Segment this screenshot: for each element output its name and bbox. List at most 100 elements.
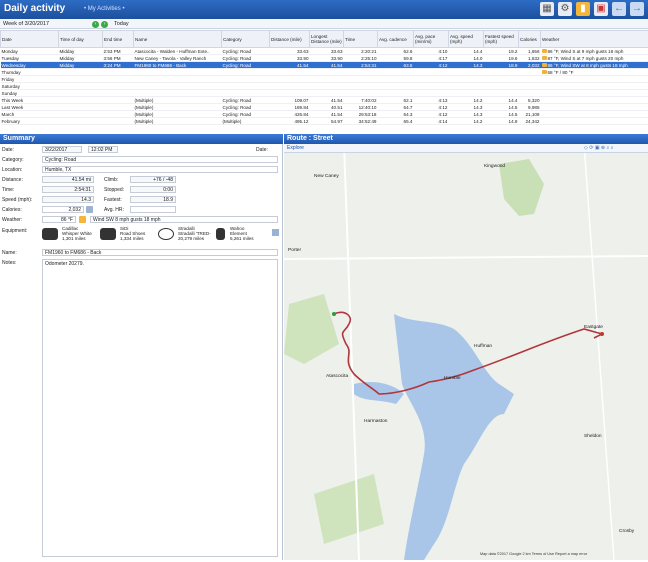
column-header[interactable]: Longest Distance (mile) (310, 31, 344, 48)
temperature-field[interactable]: 86 °F (42, 216, 76, 223)
equipment-list-icon[interactable] (272, 229, 279, 236)
table-cell: 2:53 PM (103, 48, 134, 55)
week-bar: Week of 3/20/2017 ‹ › Today (0, 19, 648, 29)
table-row[interactable]: Saturday (1, 83, 648, 90)
table-cell (222, 76, 270, 83)
table-cell: 34:52:49 (344, 118, 378, 125)
time-label: Time: (2, 187, 14, 193)
weather-field[interactable]: Wind SW 8 mph gusts 18 mph (90, 216, 278, 223)
column-header[interactable]: Distance (mile) (270, 31, 310, 48)
weather-icon (542, 49, 547, 53)
weather-sun-icon[interactable] (79, 216, 86, 223)
table-row[interactable]: Sunday (1, 90, 648, 97)
table-cell: 86 °F, Wind SW at 8 mph gusts 18 mph (541, 62, 648, 69)
column-header[interactable]: Category (222, 31, 270, 48)
column-header[interactable]: Calories (519, 31, 541, 48)
table-cell: 62.1 (378, 97, 414, 104)
table-cell: 24,342 (519, 118, 541, 125)
table-cell (378, 83, 414, 90)
column-header[interactable]: Weather (541, 31, 648, 48)
table-cell: 189.84 (270, 104, 310, 111)
table-cell (449, 90, 484, 97)
today-button[interactable]: Today (114, 21, 129, 27)
table-cell: 33.90 (270, 55, 310, 62)
map-tools-icons[interactable]: ◇ ⟳ ▣ ⊕ ⌕ ⌕ (584, 145, 614, 151)
avg-hr-field[interactable] (130, 206, 176, 213)
table-row[interactable]: February(Multiple)(Multiple)495.1254.973… (1, 118, 648, 125)
table-cell (414, 90, 449, 97)
table-cell: 109.07 (270, 97, 310, 104)
map-canvas[interactable] (284, 144, 648, 560)
explore-button[interactable]: Explore (287, 145, 304, 151)
distance-field[interactable]: 41.54 mi (42, 176, 94, 183)
weather-icon (542, 70, 547, 74)
name-field[interactable]: FM1960 to FM686 - Back (42, 249, 278, 256)
column-header[interactable]: Avg. pace (min/mi) (414, 31, 449, 48)
column-header[interactable]: Date (1, 31, 59, 48)
route-map[interactable]: New Caney Porter Atascocita Humble Huffm… (284, 144, 648, 560)
table-cell: February (1, 118, 59, 125)
table-cell (484, 76, 519, 83)
gear-icon[interactable]: ⚙ (558, 2, 572, 16)
time-value-field[interactable]: 2:54:31 (42, 186, 94, 193)
table-cell: 64.3 (378, 111, 414, 118)
calendar-view-icon[interactable]: ▦ (540, 2, 554, 16)
table-cell: 40.51 (310, 104, 344, 111)
table-row[interactable]: March(Multiple)Cycling: Road426.8441.542… (1, 111, 648, 118)
table-cell: 87 °F, Wind S at 7 mph gusts 20 mph (541, 55, 648, 62)
table-cell: Midday (59, 62, 103, 69)
table-cell (59, 118, 103, 125)
table-cell (378, 90, 414, 97)
category-select[interactable]: Cycling: Road (42, 156, 278, 163)
stopped-field: 0:00 (130, 186, 176, 193)
table-cell (541, 90, 648, 97)
column-header[interactable]: Fastest speed (mph) (484, 31, 519, 48)
calculator-icon[interactable] (86, 206, 93, 213)
table-cell: Cycling: Road (222, 55, 270, 62)
equipment-label: Equipment: (2, 228, 27, 234)
table-row[interactable]: Last Week(Multiple)Cycling: Road189.8440… (1, 104, 648, 111)
table-cell: 41.54 (310, 111, 344, 118)
time-field[interactable]: 12:02 PM (88, 146, 118, 153)
table-row[interactable]: MondayMidday2:53 PMAtascocita - Walden -… (1, 48, 648, 55)
export-icon[interactable]: ▣ (594, 2, 608, 16)
location-field[interactable]: Humble, TX (42, 166, 278, 173)
table-cell: New Caney - Tavola - Valley Ranch (134, 55, 222, 62)
split-icon[interactable]: ▮ (576, 2, 590, 16)
table-cell (541, 76, 648, 83)
column-header[interactable]: Avg. speed (mph) (449, 31, 484, 48)
column-header[interactable]: Time (344, 31, 378, 48)
column-header[interactable]: Avg. cadence (378, 31, 414, 48)
table-cell: (Multiple) (134, 104, 222, 111)
date-field[interactable]: 3/22/2017 (42, 146, 82, 153)
breadcrumb[interactable]: • My Activities • (84, 6, 125, 12)
table-cell (59, 69, 103, 76)
table-row[interactable]: Thursday68 °F / 80 °F (1, 69, 648, 76)
table-cell: FM1960 to FM686 - Back (134, 62, 222, 69)
table-cell (103, 69, 134, 76)
next-week-icon[interactable]: › (101, 21, 108, 28)
table-cell: Cycling: Road (222, 97, 270, 104)
table-row[interactable]: This Week(Multiple)Cycling: Road109.0741… (1, 97, 648, 104)
table-cell (541, 111, 648, 118)
table-cell: 41.54 (310, 62, 344, 69)
calories-field[interactable]: 2,032 (42, 206, 84, 213)
prev-week-icon[interactable]: ‹ (92, 21, 99, 28)
column-header[interactable]: Name (134, 31, 222, 48)
notes-textarea[interactable]: Odometer 20279. (42, 259, 278, 557)
column-header[interactable]: End time (103, 31, 134, 48)
table-cell (519, 90, 541, 97)
table-cell: (Multiple) (134, 111, 222, 118)
table-row[interactable]: TuesdayMidday3:56 PMNew Caney - Tavola -… (1, 55, 648, 62)
table-cell: 3:24 PM (103, 62, 134, 69)
date-label: Date: (2, 147, 14, 153)
column-header[interactable]: Time of day (59, 31, 103, 48)
table-cell (378, 76, 414, 83)
back-arrow-icon[interactable]: ← (612, 2, 626, 16)
table-cell: Cycling: Road (222, 48, 270, 55)
forward-arrow-icon[interactable]: → (630, 2, 644, 16)
table-row[interactable]: Friday (1, 76, 648, 83)
gps-device-icon (216, 228, 225, 240)
table-row[interactable]: WednesdayMidday3:24 PMFM1960 to FM686 - … (1, 62, 648, 69)
distance-label: Distance: (2, 177, 23, 183)
